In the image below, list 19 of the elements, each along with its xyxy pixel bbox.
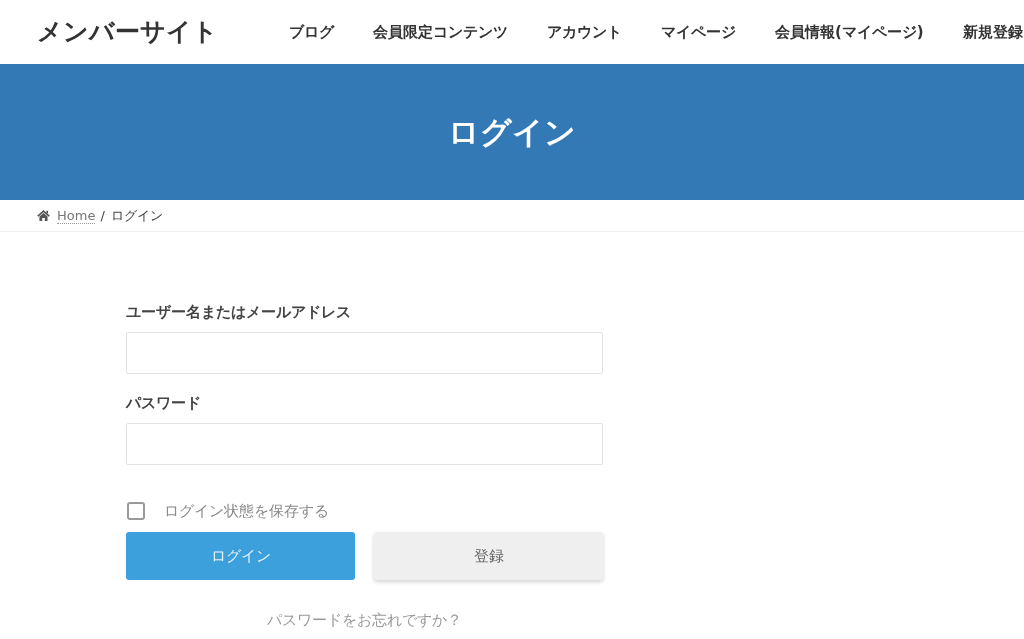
remember-checkbox[interactable] (127, 502, 145, 520)
nav-link[interactable]: マイページ (661, 22, 736, 42)
site-title[interactable]: メンバーサイト (37, 16, 218, 48)
nav-link[interactable]: ブログ (289, 22, 334, 42)
password-field[interactable] (126, 423, 603, 465)
nav-link[interactable]: 会員限定コンテンツ (373, 22, 508, 42)
page-title: ログイン (448, 113, 576, 152)
remember-label[interactable]: ログイン状態を保存する (164, 501, 329, 521)
field-label: ユーザー名またはメールアドレス (126, 302, 351, 322)
home-icon (37, 210, 50, 221)
nav-link[interactable]: 会員情報(マイページ) (775, 22, 924, 42)
nav-link[interactable]: アカウント (547, 22, 622, 42)
breadcrumb-link[interactable]: Home (57, 207, 96, 224)
nav-link[interactable]: 新規登録 (962, 22, 1023, 42)
breadcrumb-separator: / (100, 208, 105, 223)
field-label: パスワード (126, 393, 201, 413)
breadcrumb-current: ログイン (110, 206, 163, 225)
register-button[interactable]: 登録 (374, 532, 603, 580)
username-field[interactable] (126, 332, 603, 374)
